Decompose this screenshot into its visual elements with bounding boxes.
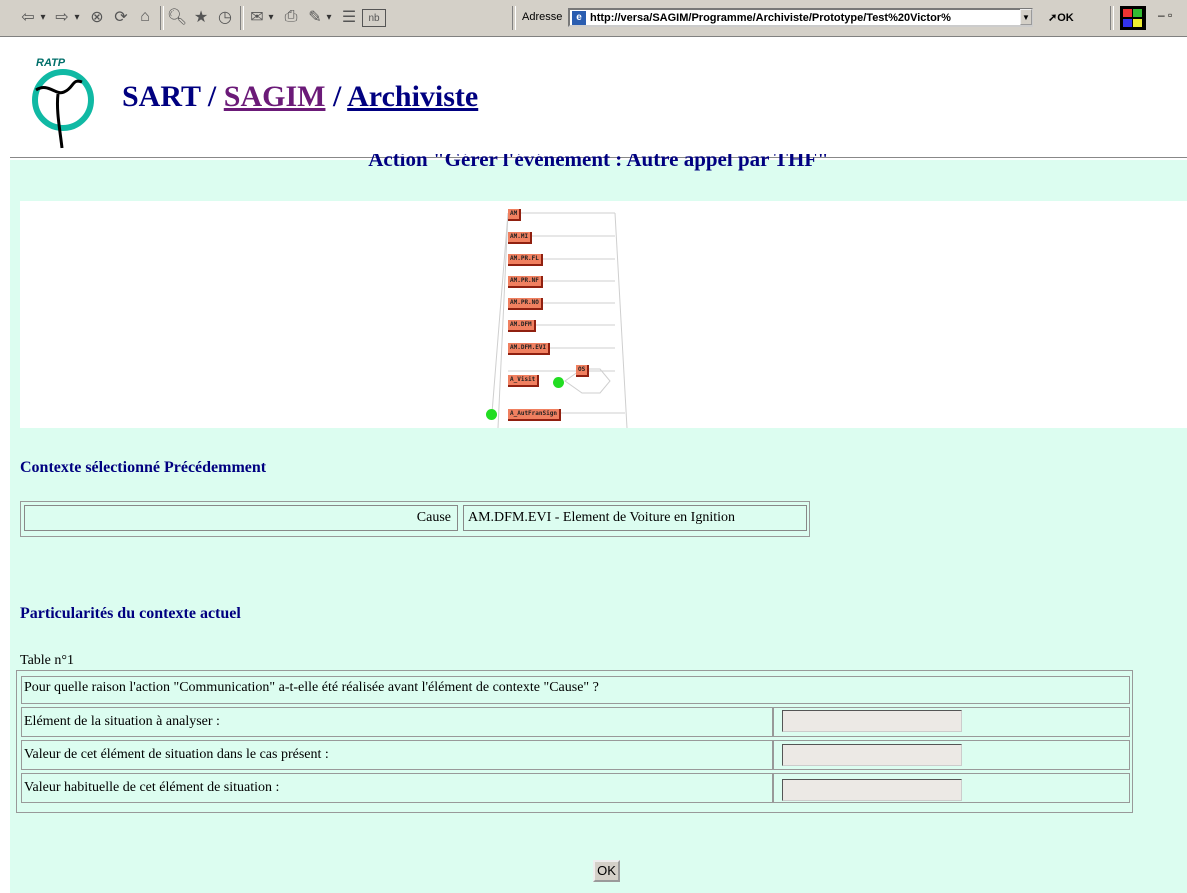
diagram-connector-dot xyxy=(553,377,564,388)
title-prefix: SART / xyxy=(122,80,224,113)
address-url[interactable]: http://versa/SAGIM/Programme/Archiviste/… xyxy=(590,12,951,24)
diagram-connector-dot xyxy=(486,409,497,420)
address-dropdown-icon[interactable]: ▼ xyxy=(1020,9,1032,25)
sagim-link[interactable]: SAGIM xyxy=(224,80,326,113)
separator xyxy=(240,6,244,30)
diagram-node[interactable]: AM xyxy=(508,209,522,221)
context-label: Cause xyxy=(24,505,458,531)
usual-value-label: Valeur habituelle de cet élément de situ… xyxy=(21,773,773,803)
archiviste-link[interactable]: Archiviste xyxy=(347,80,478,113)
question-row: Pour quelle raison l'action "Communicati… xyxy=(21,676,1130,704)
browser-toolbar: ⇦ ▾ ⇨ ▾ ⊗ ⟳ ⌂ 🔍︎ ★ ◷ ✉ ▾ ⎙ ✎ ▾ ☰ nb Adre… xyxy=(0,0,1187,37)
previous-context-heading: Contexte sélectionné Précédemment xyxy=(20,459,267,476)
diagram-node[interactable]: A_Visit xyxy=(508,375,540,387)
diagram-node[interactable]: AM.MI xyxy=(508,232,533,244)
favorites-icon[interactable]: ★ xyxy=(190,6,212,28)
situation-element-label: Elément de la situation à analyser : xyxy=(21,707,773,737)
address-bar[interactable]: e http://versa/SAGIM/Programme/Archivist… xyxy=(568,8,1033,27)
diagram-node[interactable]: AM.PR.FL xyxy=(508,254,543,266)
mail-dropdown-icon[interactable]: ▾ xyxy=(266,6,276,28)
back-icon[interactable]: ⇦ xyxy=(18,6,38,28)
diagram-node[interactable]: A_AutFranSign xyxy=(508,409,561,421)
page-title: SART / SAGIM / Archiviste xyxy=(122,80,478,114)
notebook-icon[interactable]: nb xyxy=(362,9,386,27)
windows-logo-icon xyxy=(1120,6,1146,30)
print-icon[interactable]: ⎙ xyxy=(280,6,302,28)
context-diagram: AM AM.MI AM.PR.FL AM.PR.NF AM.PR.NO AM.D… xyxy=(20,201,1187,428)
diagram-node[interactable]: AM.DFM xyxy=(508,320,536,332)
mail-icon[interactable]: ✉ xyxy=(246,6,268,28)
edit-dropdown-icon[interactable]: ▾ xyxy=(324,6,334,28)
separator xyxy=(1110,6,1114,30)
situation-element-input[interactable] xyxy=(782,710,962,732)
present-value-label: Valeur de cet élément de situation dans … xyxy=(21,740,773,770)
context-value: AM.DFM.EVI - Element de Voiture en Ignit… xyxy=(463,505,807,531)
diagram-node[interactable]: OS xyxy=(576,365,590,377)
forward-icon[interactable]: ⇨ xyxy=(52,6,72,28)
present-value-input[interactable] xyxy=(782,744,962,766)
back-dropdown-icon[interactable]: ▾ xyxy=(38,6,48,28)
separator xyxy=(512,6,516,30)
current-context-heading: Particularités du contexte actuel xyxy=(20,605,241,622)
previous-context-table: Cause AM.DFM.EVI - Element de Voiture en… xyxy=(20,501,810,537)
window-controls[interactable]: – ▫ xyxy=(1158,8,1172,22)
action-title: Action "Gérer l'événement : Autre appel … xyxy=(368,154,829,171)
address-label: Adresse xyxy=(522,11,563,23)
logo-text: RATP xyxy=(36,57,66,69)
diagram-node[interactable]: AM.PR.NF xyxy=(508,276,543,288)
refresh-icon[interactable]: ⟳ xyxy=(110,6,132,28)
separator xyxy=(160,6,164,30)
page-icon: e xyxy=(572,10,586,25)
forward-dropdown-icon[interactable]: ▾ xyxy=(72,6,82,28)
go-label: OK xyxy=(1057,12,1074,24)
usual-value-input[interactable] xyxy=(782,779,962,801)
diagram-lines xyxy=(491,212,628,428)
search-icon[interactable]: 🔍︎ xyxy=(166,6,188,28)
go-button[interactable]: ➚OK xyxy=(1048,11,1074,24)
title-separator: / xyxy=(325,80,348,113)
diagram-node[interactable]: AM.DFM.EVI xyxy=(508,343,551,355)
home-icon[interactable]: ⌂ xyxy=(134,6,156,28)
history-icon[interactable]: ◷ xyxy=(214,6,236,28)
ok-button[interactable]: OK xyxy=(593,860,620,882)
edit-icon[interactable]: ✎ xyxy=(304,6,326,28)
stop-icon[interactable]: ⊗ xyxy=(86,6,108,28)
diagram-node[interactable]: AM.PR.NO xyxy=(508,298,543,310)
table-label: Table n°1 xyxy=(20,653,74,668)
discuss-icon[interactable]: ☰ xyxy=(338,6,360,28)
particularities-table: Pour quelle raison l'action "Communicati… xyxy=(16,670,1133,813)
